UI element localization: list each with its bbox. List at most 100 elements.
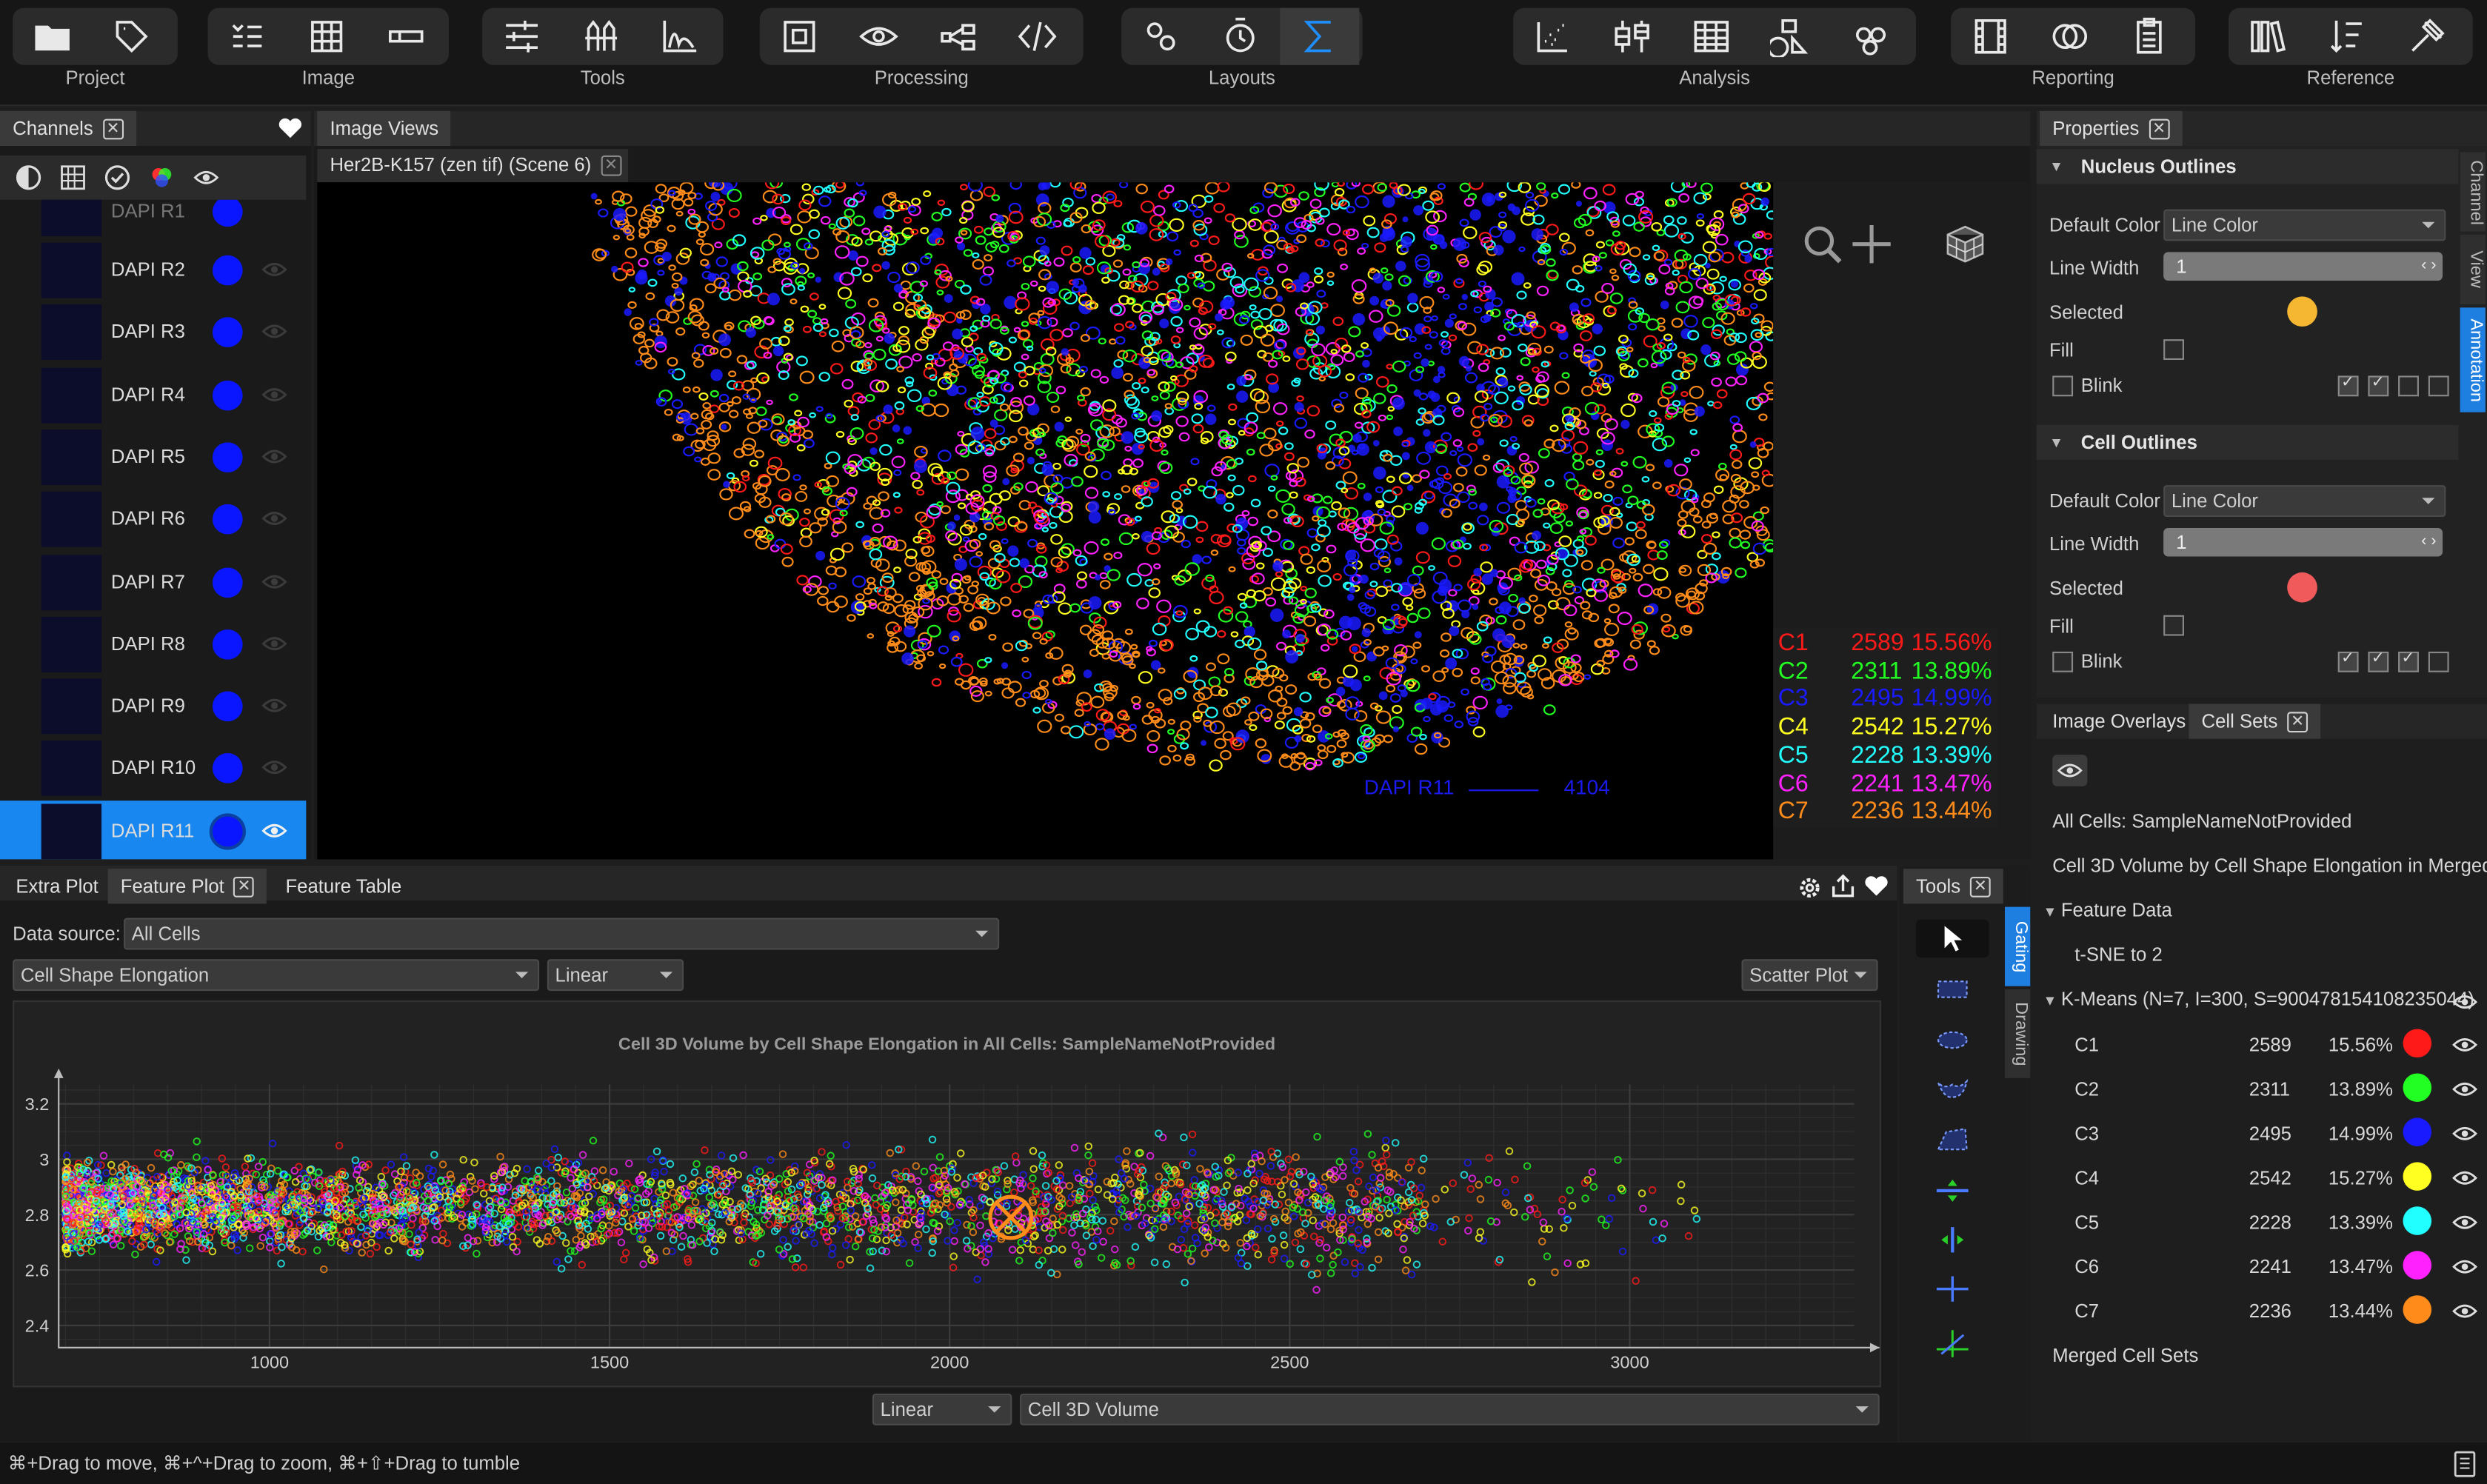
channel-row[interactable]: DAPI R3	[0, 301, 306, 363]
tab-feature-table[interactable]: Feature Table	[273, 869, 414, 903]
table-button[interactable]	[1672, 8, 1751, 65]
color-mix-icon[interactable]	[149, 165, 174, 190]
close-icon[interactable]: ✕	[102, 119, 124, 141]
tissue-image[interactable]	[317, 182, 1774, 859]
channel-list-button[interactable]	[208, 8, 287, 65]
eye-icon[interactable]	[261, 321, 287, 343]
x-feature-select[interactable]: Cell 3D Volume	[1020, 1393, 1880, 1425]
shape-button[interactable]	[1751, 8, 1830, 65]
scatter-button[interactable]	[1513, 8, 1592, 65]
blink-option-checkbox[interactable]	[2398, 650, 2419, 672]
gear-icon[interactable]	[1797, 875, 1822, 900]
cluster-color-swatch[interactable]	[2403, 1206, 2432, 1235]
cube-3d-icon[interactable]	[1945, 224, 1986, 265]
eye-icon[interactable]	[261, 258, 287, 281]
eye-button[interactable]	[839, 8, 918, 65]
folder-button[interactable]	[13, 8, 92, 65]
scatter-plot[interactable]: Cell 3D Volume by Cell Shape Elongation …	[13, 1000, 1881, 1388]
eye-icon[interactable]	[261, 445, 287, 467]
scatter-plot-svg[interactable]: Cell 3D Volume by Cell Shape Elongation …	[14, 1002, 1880, 1386]
image-canvas[interactable]: DAPI R11 4104	[317, 182, 1774, 860]
quadrant-gate-icon[interactable]	[1935, 1274, 1970, 1303]
vertical-split-gate-icon[interactable]	[1935, 1226, 1970, 1254]
nucleus-outlines-section[interactable]: ▼ Nucleus Outlines	[2036, 149, 2459, 184]
cell-outlines-section[interactable]: ▼ Cell Outlines	[2036, 424, 2459, 460]
tab-document[interactable]: Her2B-K157 (zen tif) (Scene 6) ✕	[317, 149, 629, 183]
zoom-icon[interactable]	[1802, 224, 1843, 265]
kmeans-cluster-row[interactable]: C5 2228 13.39%	[2037, 1199, 2487, 1240]
close-icon[interactable]: ✕	[2287, 712, 2309, 733]
cluster-color-swatch[interactable]	[2403, 1162, 2432, 1191]
channel-color[interactable]	[212, 753, 243, 784]
pointer-tool-button[interactable]	[1916, 919, 1989, 958]
library-button[interactable]	[2229, 8, 2308, 65]
close-icon[interactable]: ✕	[1969, 877, 1991, 898]
side-tab-annotation[interactable]: Annotation	[2460, 307, 2486, 412]
side-tab-view[interactable]: View	[2460, 234, 2486, 305]
blink-option-checkbox[interactable]	[2368, 650, 2389, 672]
log-icon[interactable]	[2452, 1449, 2477, 1478]
blink-checkbox[interactable]	[2052, 375, 2074, 397]
eye-icon[interactable]	[2452, 1257, 2478, 1277]
plot-type-select[interactable]: Scatter Plot	[1741, 959, 1878, 992]
y-feature-select[interactable]: Cell Shape Elongation	[13, 959, 540, 992]
channel-row[interactable]: DAPI R4	[0, 364, 306, 426]
channel-color[interactable]	[212, 691, 243, 722]
code-button[interactable]	[998, 8, 1077, 65]
channel-color[interactable]	[212, 317, 243, 348]
eye-icon[interactable]	[261, 757, 287, 779]
stepper-arrows-icon[interactable]: ‹ ›	[2421, 252, 2436, 281]
film-button[interactable]	[1951, 8, 2030, 65]
histogram-button[interactable]	[641, 8, 720, 65]
data-source-select[interactable]: All Cells	[124, 918, 1000, 950]
kmeans-cluster-row[interactable]: C7 2236 13.44%	[2037, 1287, 2487, 1328]
cell-set-feature-data[interactable]: ▼ Feature Data	[2043, 899, 2171, 921]
channel-color[interactable]	[212, 504, 243, 535]
eye-icon[interactable]	[261, 570, 287, 592]
eye-icon[interactable]	[2452, 1035, 2478, 1054]
blink-option-checkbox[interactable]	[2428, 651, 2449, 672]
boxplot-button[interactable]	[1592, 8, 1672, 65]
cluster-color-swatch[interactable]	[2403, 1029, 2432, 1058]
axis-gate-icon[interactable]	[1935, 1328, 1970, 1360]
cluster-color-swatch[interactable]	[2403, 1117, 2432, 1146]
cell-set-merged[interactable]: Merged Cell Sets	[2052, 1345, 2198, 1367]
selected-color-swatch[interactable]	[2287, 572, 2317, 603]
default-color-select[interactable]: Line Color	[2163, 485, 2446, 517]
slider-box-button[interactable]	[367, 8, 446, 65]
close-icon[interactable]: ✕	[2149, 119, 2170, 141]
tab-image-overlays[interactable]: Image Overlays	[2040, 704, 2198, 739]
eye-icon[interactable]	[2452, 1213, 2478, 1232]
visibility-toggle-button[interactable]	[2052, 755, 2088, 786]
cell-set-all-cells[interactable]: All Cells: SampleNameNotProvided	[2052, 810, 2351, 832]
timer-button[interactable]	[1201, 8, 1280, 65]
cell-set-kmeans[interactable]: ▼ K-Means (N=7, I=300, S=900478154108235…	[2043, 988, 2474, 1010]
ellipse-gate-icon[interactable]	[1935, 1027, 1970, 1052]
pan-icon[interactable]	[1851, 224, 1892, 265]
gear-cluster-button[interactable]	[1121, 8, 1201, 65]
line-width-stepper[interactable]: 1 ‹ ›	[2163, 527, 2443, 557]
horizontal-split-gate-icon[interactable]	[1935, 1177, 1970, 1206]
kmeans-cluster-row[interactable]: C3 2495 14.99%	[2037, 1110, 2487, 1152]
eye-icon[interactable]	[2452, 1124, 2478, 1143]
eye-icon[interactable]	[2452, 992, 2478, 1012]
export-icon[interactable]	[1830, 874, 1855, 899]
sliders-button[interactable]	[482, 8, 561, 65]
eye-icon[interactable]	[261, 695, 287, 717]
channel-color[interactable]	[212, 442, 243, 472]
eye-icon[interactable]	[2452, 1080, 2478, 1099]
channel-color[interactable]	[212, 629, 243, 660]
channel-color[interactable]	[212, 199, 243, 227]
channel-color[interactable]	[212, 815, 243, 846]
collapse-icon[interactable]: ▼	[2043, 903, 2060, 919]
side-tab-drawing[interactable]: Drawing	[2004, 989, 2031, 1078]
blink-option-checkbox[interactable]	[2368, 374, 2389, 397]
eye-icon[interactable]	[261, 508, 287, 530]
eye-icon[interactable]	[2452, 1302, 2478, 1321]
cluster-button[interactable]	[1830, 8, 1909, 65]
eye-icon[interactable]	[2452, 1169, 2478, 1188]
channel-row[interactable]: DAPI R2	[0, 239, 306, 301]
line-width-stepper[interactable]: 1 ‹ ›	[2163, 252, 2443, 281]
blink-option-checkbox[interactable]	[2428, 375, 2449, 397]
blink-checkbox[interactable]	[2052, 651, 2074, 672]
